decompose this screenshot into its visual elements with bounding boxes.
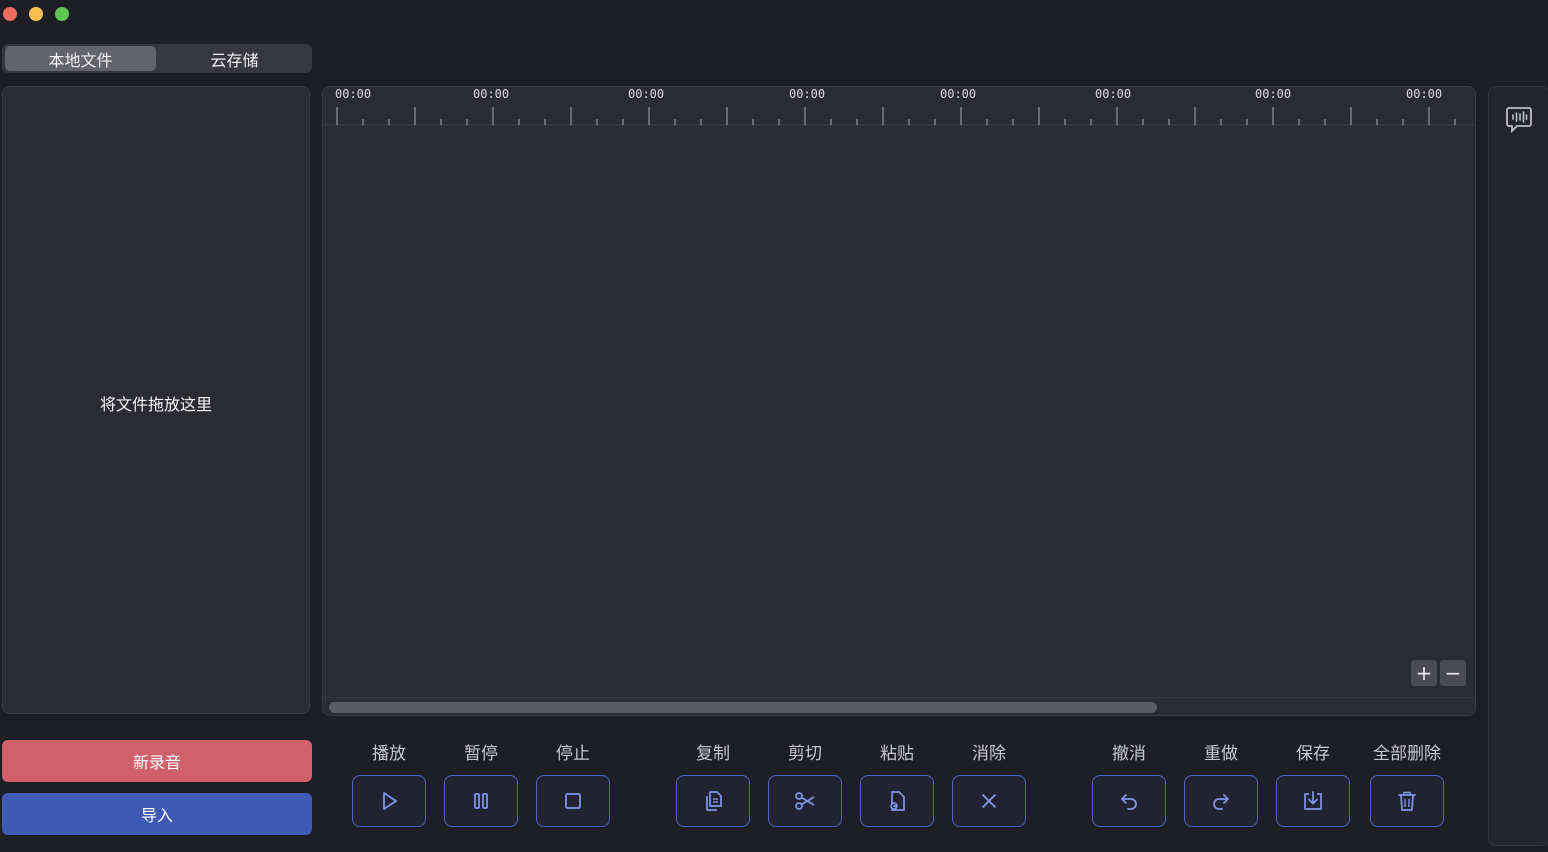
pause-icon <box>474 793 488 809</box>
undo-label: 撤消 <box>1112 744 1146 764</box>
ruler-time-label: 00:00 <box>335 87 372 101</box>
close-icon <box>982 794 996 808</box>
play-icon <box>383 792 397 810</box>
cut-label: 剪切 <box>788 744 822 764</box>
save-icon <box>1304 791 1322 810</box>
clear-control: 消除 <box>950 744 1028 827</box>
cut-button[interactable] <box>768 775 842 827</box>
delete-all-label: 全部删除 <box>1373 744 1441 764</box>
copy-icon <box>706 791 722 811</box>
redo-control: 重做 <box>1182 744 1260 827</box>
copy-control: 复制 <box>674 744 752 827</box>
ruler-time-label: 00:00 <box>1095 87 1132 101</box>
tab-local-files[interactable]: 本地文件 <box>5 46 156 71</box>
save-control: 保存 <box>1274 744 1352 827</box>
pause-control: 暂停 <box>442 744 520 827</box>
zoom-controls: + − <box>1411 660 1467 686</box>
ruler-time-label: 00:00 <box>1255 87 1292 101</box>
copy-label: 复制 <box>696 744 730 764</box>
stop-icon <box>565 793 581 809</box>
waveform-editor[interactable]: 00:00 00:00 00:00 00:00 00:00 00:00 00:00 00:00… <box>322 86 1476 716</box>
redo-button[interactable] <box>1184 775 1258 827</box>
file-drop-zone[interactable]: 将文件拖放这里 <box>2 86 310 714</box>
paste-label: 粘贴 <box>880 744 914 764</box>
copy-button[interactable] <box>676 775 750 827</box>
horizontal-scrollbar-thumb[interactable] <box>329 702 1157 713</box>
play-control: 播放 <box>350 744 428 827</box>
window-close-button[interactable] <box>3 7 17 21</box>
window-minimize-button[interactable] <box>29 7 43 21</box>
undo-icon <box>1121 794 1137 810</box>
ruler-time-label: 00:00 <box>789 87 826 101</box>
transcription-icon[interactable] <box>1504 104 1534 134</box>
zoom-in-button[interactable]: + <box>1411 660 1437 686</box>
new-recording-button[interactable]: 新录音 <box>2 740 312 782</box>
redo-label: 重做 <box>1204 744 1238 764</box>
undo-button[interactable] <box>1092 775 1166 827</box>
paste-control: 粘贴 <box>858 744 936 827</box>
tab-cloud-storage[interactable]: 云存储 <box>159 46 310 71</box>
pause-button[interactable] <box>444 775 518 827</box>
save-label: 保存 <box>1296 744 1330 764</box>
zoom-out-button[interactable]: − <box>1440 660 1466 686</box>
ruler-time-label: 00:00 <box>940 87 977 101</box>
stop-control: 停止 <box>534 744 612 827</box>
delete-all-control: 全部删除 <box>1368 744 1446 827</box>
stop-label: 停止 <box>556 744 590 764</box>
paste-button[interactable] <box>860 775 934 827</box>
paste-icon <box>890 791 905 811</box>
scissors-icon <box>795 792 815 810</box>
undo-control: 撤消 <box>1090 744 1168 827</box>
ruler-time-label: 00:00 <box>473 87 510 101</box>
clear-button[interactable] <box>952 775 1026 827</box>
stop-button[interactable] <box>536 775 610 827</box>
import-button[interactable]: 导入 <box>2 793 312 835</box>
ruler-time-label: 00:00 <box>628 87 665 101</box>
cut-control: 剪切 <box>766 744 844 827</box>
ruler-time-label: 00:00 <box>1406 87 1443 101</box>
window-maximize-button[interactable] <box>55 7 69 21</box>
redo-icon <box>1213 794 1229 810</box>
play-label: 播放 <box>372 744 406 764</box>
trash-icon <box>1398 791 1416 811</box>
pause-label: 暂停 <box>464 744 498 764</box>
clear-label: 消除 <box>972 744 1006 764</box>
right-sidebar <box>1488 86 1548 846</box>
delete-all-button[interactable] <box>1370 775 1444 827</box>
source-tabs: 本地文件 云存储 <box>2 44 312 73</box>
drop-hint-text: 将文件拖放这里 <box>99 395 212 414</box>
play-button[interactable] <box>352 775 426 827</box>
save-button[interactable] <box>1276 775 1350 827</box>
